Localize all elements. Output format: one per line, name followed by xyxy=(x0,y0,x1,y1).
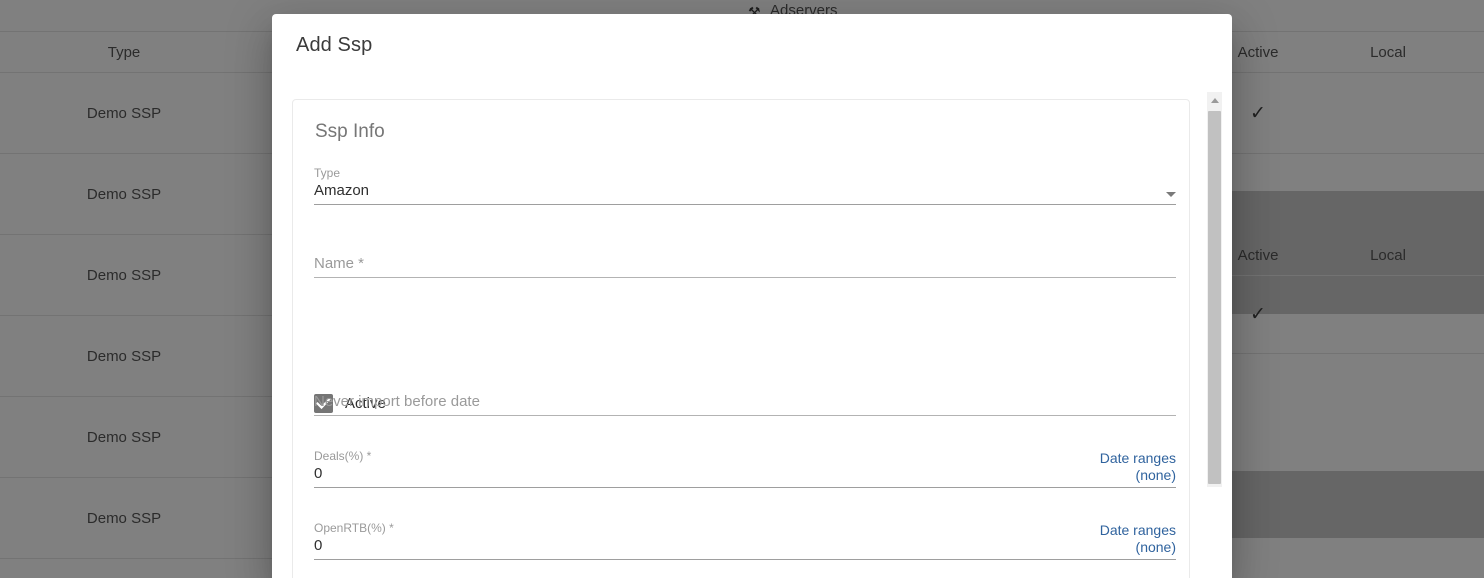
table-row: ✓ xyxy=(1232,276,1484,354)
table-row: Demo SSP xyxy=(0,154,272,235)
never-import-underline xyxy=(314,415,1176,416)
openrtb-date-ranges-link[interactable]: Date ranges (none) xyxy=(1050,522,1176,556)
scrollbar-thumb[interactable] xyxy=(1208,111,1221,484)
table-row: Demo SSP xyxy=(0,478,272,559)
table-row: ✓ xyxy=(1232,73,1484,154)
dialog-body: Ssp Info Type Amazon Name * Active Never… xyxy=(272,85,1232,578)
background-table-left: Type Demo SSP Demo SSP Demo SSP Demo SSP… xyxy=(0,32,272,559)
cell-type: Demo SSP xyxy=(86,347,162,365)
never-import-placeholder: Never import before date xyxy=(314,393,480,410)
column-header-type: Type xyxy=(107,43,141,61)
openrtb-date-ranges-line1: Date ranges xyxy=(1099,522,1176,538)
name-input-field[interactable]: Name * xyxy=(314,253,1176,278)
openrtb-underline xyxy=(314,559,1176,560)
table-row: Demo SSP xyxy=(0,397,272,478)
cell-type: Demo SSP xyxy=(86,428,162,446)
scroll-up-button[interactable] xyxy=(1207,92,1222,109)
openrtb-date-ranges-line2: (none) xyxy=(1135,539,1176,555)
never-import-date-field[interactable]: Never import before date xyxy=(314,391,1176,416)
deals-percent-label: Deals(%) * xyxy=(314,449,372,463)
openrtb-percent-label: OpenRTB(%) * xyxy=(314,521,394,535)
table-header-row: Type xyxy=(0,32,272,73)
table-row xyxy=(1232,195,1484,235)
openrtb-percent-field[interactable]: OpenRTB(%) * 0 Date ranges (none) xyxy=(314,521,1176,560)
deals-date-ranges-link[interactable]: Date ranges (none) xyxy=(1050,450,1176,484)
table-row xyxy=(1232,154,1484,195)
column-header-local: Local xyxy=(1370,43,1406,61)
type-select-field[interactable]: Type Amazon xyxy=(314,166,1176,205)
table-header-row: Active Local xyxy=(1232,32,1484,73)
deals-percent-field[interactable]: Deals(%) * 0 Date ranges (none) xyxy=(314,449,1176,488)
deals-date-ranges-line1: Date ranges xyxy=(1099,450,1176,466)
table-row: Demo SSP xyxy=(0,235,272,316)
column-header-local: Local xyxy=(1370,246,1406,264)
cell-type: Demo SSP xyxy=(86,509,162,527)
triangle-up-icon xyxy=(1210,98,1219,103)
table-header-row: Active Local xyxy=(1232,235,1484,276)
name-placeholder: Name * xyxy=(314,255,365,272)
add-ssp-dialog: Add Ssp Ssp Info Type Amazon Name * Acti… xyxy=(272,14,1232,578)
deals-date-ranges-line2: (none) xyxy=(1135,467,1176,483)
dialog-title: Add Ssp xyxy=(296,34,373,56)
ssp-info-card: Ssp Info Type Amazon Name * Active Never… xyxy=(292,99,1190,578)
backdrop-dark-block-lower xyxy=(1232,471,1484,538)
name-underline xyxy=(314,277,1176,278)
deals-percent-value: 0 xyxy=(314,465,323,482)
openrtb-percent-value: 0 xyxy=(314,537,323,554)
table-row: Demo SSP xyxy=(0,316,272,397)
dialog-scrollbar[interactable] xyxy=(1207,92,1222,487)
type-underline xyxy=(314,204,1176,205)
table-spacer-row xyxy=(1232,0,1484,32)
type-value: Amazon xyxy=(314,182,370,199)
table-row: Demo SSP xyxy=(0,73,272,154)
type-label: Type xyxy=(314,166,341,180)
card-title: Ssp Info xyxy=(315,121,385,142)
cell-type: Demo SSP xyxy=(86,185,162,203)
cell-type: Demo SSP xyxy=(86,104,162,122)
table-row xyxy=(1232,421,1484,461)
chevron-down-icon[interactable] xyxy=(1166,192,1176,197)
deals-underline xyxy=(314,487,1176,488)
table-row xyxy=(1232,354,1484,421)
cell-type: Demo SSP xyxy=(86,266,162,284)
background-table-right: Active Local ✓ Active Local ✓ xyxy=(1232,0,1484,461)
